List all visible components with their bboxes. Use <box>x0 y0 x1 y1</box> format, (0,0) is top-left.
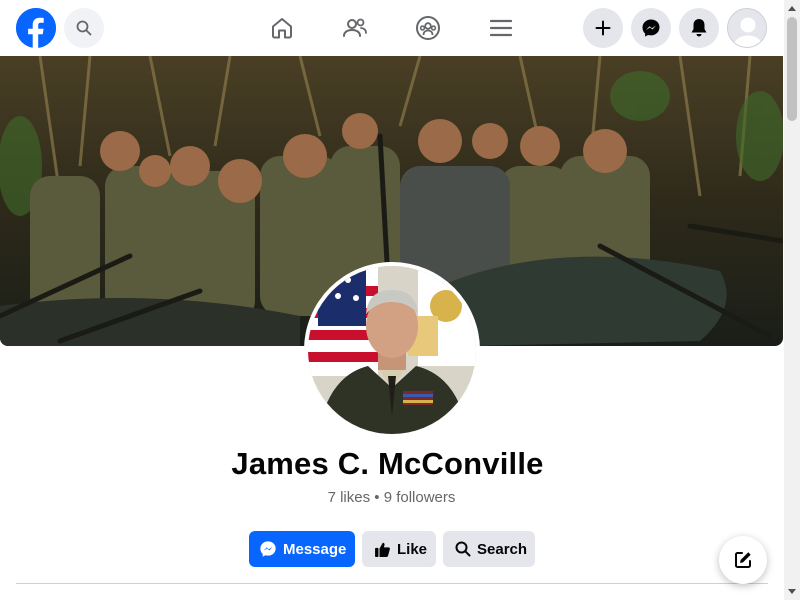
profile-name: James C. McConville <box>231 446 544 481</box>
menu-icon <box>490 19 512 37</box>
groups-tab[interactable] <box>410 10 446 46</box>
compose-icon <box>735 552 751 568</box>
groups-icon <box>416 16 440 40</box>
profile-stats[interactable]: 7 likes • 9 followers <box>0 489 783 506</box>
like-button-label: Like <box>397 540 428 558</box>
scroll-down-arrow-icon[interactable] <box>784 584 800 600</box>
search-button-label: Search <box>477 540 528 558</box>
facebook-logo-icon[interactable] <box>16 8 56 48</box>
scroll-up-arrow-icon[interactable] <box>784 0 800 16</box>
bell-icon <box>691 19 707 37</box>
search-page-button[interactable]: Search <box>443 531 535 567</box>
like-button[interactable]: Like <box>362 531 436 567</box>
menu-tab[interactable] <box>483 10 519 46</box>
thumbs-up-icon <box>375 542 390 557</box>
search-icon <box>76 20 92 36</box>
messenger-icon <box>260 541 276 557</box>
account-avatar-button[interactable] <box>727 8 767 48</box>
messenger-button[interactable] <box>631 8 671 48</box>
friends-tab[interactable] <box>337 10 373 46</box>
section-divider <box>16 583 768 584</box>
message-button-label: Message <box>283 540 347 558</box>
profile-picture[interactable] <box>304 262 480 438</box>
top-navigation-bar <box>0 0 784 56</box>
home-icon <box>272 18 292 39</box>
search-icon <box>455 541 471 557</box>
page-scrollbar[interactable] <box>784 0 800 600</box>
notifications-button[interactable] <box>679 8 719 48</box>
plus-icon <box>595 20 611 36</box>
scrollbar-thumb[interactable] <box>787 17 797 121</box>
message-button[interactable]: Message <box>249 531 355 567</box>
new-message-button[interactable] <box>719 536 767 584</box>
create-button[interactable] <box>583 8 623 48</box>
friends-icon <box>343 18 367 37</box>
user-avatar-icon <box>728 9 766 47</box>
messenger-icon <box>642 19 660 37</box>
home-tab[interactable] <box>264 10 300 46</box>
search-button[interactable] <box>64 8 104 48</box>
